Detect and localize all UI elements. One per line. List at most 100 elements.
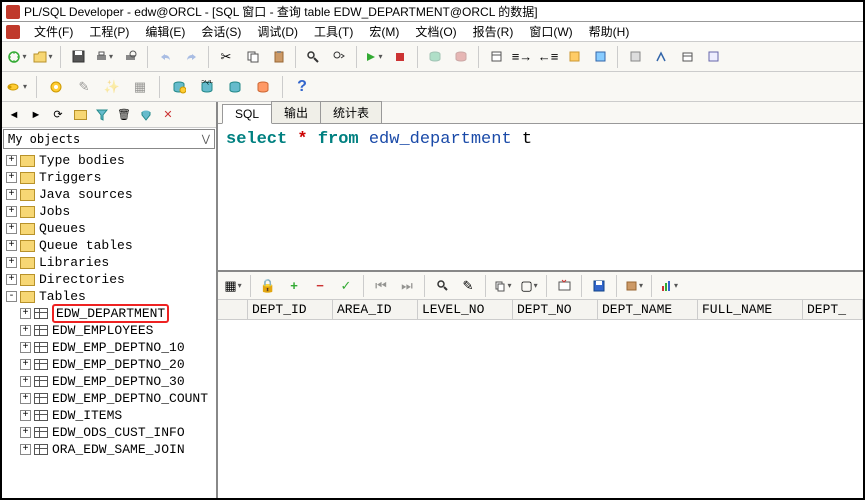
sql-editor[interactable]: select * from edw_department t (218, 124, 863, 272)
tree-table[interactable]: EDW_ODS_CUST_INFO (2, 424, 216, 441)
print-button[interactable] (93, 46, 115, 68)
grid-save-button[interactable] (588, 275, 610, 297)
tree-folder[interactable]: Triggers (2, 169, 216, 186)
grid-lock-button[interactable]: 🔒 (257, 275, 279, 297)
outdent-button[interactable]: ←≡ (537, 46, 559, 68)
tool-button-a[interactable] (624, 46, 646, 68)
expand-icon[interactable] (6, 240, 17, 251)
menu-debug[interactable]: 调试(D) (251, 23, 304, 40)
grid-button[interactable]: ▦ (129, 76, 151, 98)
grid-body[interactable] (218, 320, 863, 498)
db-tool-3[interactable] (224, 76, 246, 98)
column-resize-handle[interactable] (694, 302, 697, 317)
expand-icon[interactable] (20, 444, 31, 455)
tab-output[interactable]: 输出 (271, 101, 321, 123)
expand-icon[interactable] (6, 257, 17, 268)
find-button[interactable] (302, 46, 324, 68)
help-button[interactable]: ? (291, 76, 313, 98)
column-resize-handle[interactable] (509, 302, 512, 317)
column-header[interactable]: DEPT_NAME (598, 300, 698, 319)
tree-table[interactable]: EDW_EMP_DEPTNO_20 (2, 356, 216, 373)
undo-button[interactable] (154, 46, 176, 68)
expand-icon[interactable] (20, 359, 31, 370)
commit-button[interactable] (424, 46, 446, 68)
menu-file[interactable]: 文件(F) (28, 23, 79, 40)
save-button[interactable] (67, 46, 89, 68)
tree-table[interactable]: EDW_EMP_DEPTNO_COUNT (2, 390, 216, 407)
grid-view-button[interactable]: ▦ (222, 275, 244, 297)
open-button[interactable] (32, 46, 54, 68)
sb-dbfilter-button[interactable] (136, 105, 156, 125)
stop-button[interactable] (389, 46, 411, 68)
expand-icon[interactable] (20, 393, 31, 404)
column-header[interactable]: LEVEL_NO (418, 300, 513, 319)
grid-edit-button[interactable]: ✎ (457, 275, 479, 297)
grid-del-button[interactable]: − (309, 275, 331, 297)
wand-button[interactable]: ✨ (101, 76, 123, 98)
tree-folder[interactable]: Jobs (2, 203, 216, 220)
paste-button[interactable] (267, 46, 289, 68)
tree-folder[interactable]: Queue tables (2, 237, 216, 254)
tool-button-b[interactable] (650, 46, 672, 68)
menu-documents[interactable]: 文档(O) (409, 23, 462, 40)
indent-button[interactable]: ≡→ (511, 46, 533, 68)
beautify-button[interactable] (563, 46, 585, 68)
column-header[interactable]: DEPT_NO (513, 300, 598, 319)
expand-icon[interactable] (6, 274, 17, 285)
print-preview-button[interactable] (119, 46, 141, 68)
column-resize-handle[interactable] (594, 302, 597, 317)
grid-first-button[interactable]: ⏮ (370, 275, 392, 297)
tree-folder[interactable]: Type bodies (2, 152, 216, 169)
find-replace-button[interactable] (328, 46, 350, 68)
new-session-button[interactable] (6, 46, 28, 68)
db-tool-4[interactable] (252, 76, 274, 98)
grid-export-button[interactable] (623, 275, 645, 297)
column-header[interactable]: AREA_ID (333, 300, 418, 319)
sb-fwd-button[interactable]: ► (26, 105, 46, 125)
column-resize-handle[interactable] (414, 302, 417, 317)
expand-icon[interactable] (20, 410, 31, 421)
sb-folder-button[interactable] (70, 105, 90, 125)
column-header[interactable]: DEPT_ID (248, 300, 333, 319)
column-resize-handle[interactable] (799, 302, 802, 317)
logon-button[interactable] (6, 76, 28, 98)
tree-table[interactable]: EDW_EMPLOYEES (2, 322, 216, 339)
comment-button[interactable] (589, 46, 611, 68)
sb-trash-button[interactable]: 🗑 (114, 105, 134, 125)
sb-filter-button[interactable] (92, 105, 112, 125)
menu-report[interactable]: 报告(R) (467, 23, 520, 40)
column-resize-handle[interactable] (244, 302, 247, 317)
sb-close-button[interactable]: ✕ (158, 105, 178, 125)
sb-back-button[interactable]: ◄ (4, 105, 24, 125)
copy-button[interactable] (241, 46, 263, 68)
grid-copy-button[interactable] (492, 275, 514, 297)
explain-plan-button[interactable] (485, 46, 507, 68)
db-tool-2[interactable]: SQL (196, 76, 218, 98)
db-tool-1[interactable] (168, 76, 190, 98)
menu-tools[interactable]: 工具(T) (308, 23, 359, 40)
tree-table[interactable]: EDW_DEPARTMENT (2, 305, 216, 322)
expand-icon[interactable] (6, 206, 17, 217)
expand-icon[interactable] (20, 376, 31, 387)
grid-misc1-button[interactable]: ▢ (518, 275, 540, 297)
expand-icon[interactable] (6, 189, 17, 200)
tree-folder[interactable]: Java sources (2, 186, 216, 203)
menu-macro[interactable]: 宏(M) (363, 23, 405, 40)
tool-button-d[interactable] (702, 46, 724, 68)
expand-icon[interactable] (6, 172, 17, 183)
tab-sql[interactable]: SQL (222, 104, 272, 124)
grid-find-button[interactable] (431, 275, 453, 297)
rollback-button[interactable] (450, 46, 472, 68)
expand-icon[interactable] (6, 155, 17, 166)
menu-project[interactable]: 工程(P) (83, 23, 135, 40)
tool-button-c[interactable] (676, 46, 698, 68)
tab-stats[interactable]: 统计表 (320, 101, 382, 123)
menu-edit[interactable]: 编辑(E) (139, 23, 191, 40)
menu-session[interactable]: 会话(S) (195, 23, 247, 40)
expand-icon[interactable] (6, 223, 17, 234)
object-tree[interactable]: Type bodiesTriggersJava sourcesJobsQueue… (2, 150, 216, 498)
expand-icon[interactable] (20, 308, 31, 319)
execute-button[interactable] (363, 46, 385, 68)
column-header[interactable] (218, 300, 248, 319)
tree-folder[interactable]: Queues (2, 220, 216, 237)
